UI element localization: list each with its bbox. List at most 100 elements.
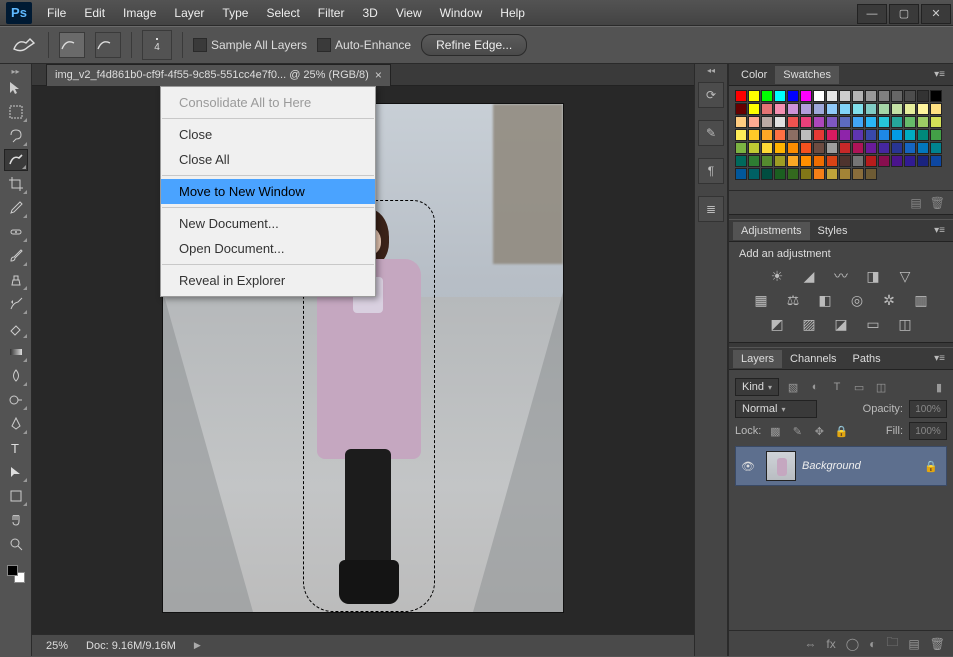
posterize-icon[interactable]: ▨: [800, 316, 818, 332]
swatch[interactable]: [891, 90, 903, 102]
swatch[interactable]: [774, 129, 786, 141]
link-layers-icon[interactable]: ⇔: [804, 637, 816, 651]
levels-icon[interactable]: ◢: [800, 268, 818, 284]
swatch[interactable]: [865, 142, 877, 154]
menu-3d[interactable]: 3D: [353, 2, 386, 24]
healing-brush-tool[interactable]: [4, 221, 28, 243]
menu-window[interactable]: Window: [431, 2, 492, 24]
layer-mask-icon[interactable]: ◯: [846, 637, 859, 651]
swatch[interactable]: [891, 142, 903, 154]
pen-tool[interactable]: [4, 413, 28, 435]
swatch[interactable]: [878, 90, 890, 102]
swatch[interactable]: [826, 168, 838, 180]
invert-icon[interactable]: ◩: [768, 316, 786, 332]
swatch[interactable]: [852, 116, 864, 128]
add-to-selection-icon[interactable]: [59, 32, 85, 58]
lock-position-icon[interactable]: ✥: [811, 423, 827, 439]
photo-filter-icon[interactable]: ◎: [848, 292, 866, 308]
swatch[interactable]: [852, 103, 864, 115]
ctx-close[interactable]: Close: [161, 122, 375, 147]
layer-style-icon[interactable]: fx: [826, 637, 835, 651]
eyedropper-tool[interactable]: [4, 197, 28, 219]
swatch[interactable]: [774, 155, 786, 167]
swatch[interactable]: [839, 90, 851, 102]
swatch[interactable]: [865, 90, 877, 102]
history-brush-tool[interactable]: [4, 293, 28, 315]
blend-mode-dropdown[interactable]: Normal▾: [735, 400, 817, 418]
current-tool-icon[interactable]: [10, 35, 38, 55]
brightness-contrast-icon[interactable]: ☀: [768, 268, 786, 284]
swatch[interactable]: [800, 129, 812, 141]
new-swatch-icon[interactable]: ▤: [910, 196, 921, 210]
hand-tool[interactable]: [4, 509, 28, 531]
swatch[interactable]: [735, 142, 747, 154]
filter-toggle-icon[interactable]: ▮: [931, 379, 947, 395]
swatch[interactable]: [800, 90, 812, 102]
tab-adjustments[interactable]: Adjustments: [733, 222, 810, 240]
swatch[interactable]: [735, 103, 747, 115]
new-group-icon[interactable]: 🗀: [886, 633, 898, 654]
crop-tool[interactable]: [4, 173, 28, 195]
swatch[interactable]: [800, 103, 812, 115]
swatch[interactable]: [930, 90, 942, 102]
swatch[interactable]: [865, 103, 877, 115]
menu-edit[interactable]: Edit: [75, 2, 114, 24]
brush-size-picker[interactable]: 4: [142, 30, 172, 60]
menu-file[interactable]: File: [38, 2, 75, 24]
swatch[interactable]: [800, 116, 812, 128]
swatch[interactable]: [748, 129, 760, 141]
swatch[interactable]: [878, 129, 890, 141]
ctx-close-all[interactable]: Close All: [161, 147, 375, 172]
tab-color[interactable]: Color: [733, 66, 775, 84]
quick-selection-tool[interactable]: [4, 149, 28, 171]
marquee-tool[interactable]: [4, 101, 28, 123]
swatch[interactable]: [839, 155, 851, 167]
swatch[interactable]: [761, 129, 773, 141]
swatch[interactable]: [891, 129, 903, 141]
tab-styles[interactable]: Styles: [810, 222, 856, 240]
swatch[interactable]: [761, 168, 773, 180]
swatch[interactable]: [904, 155, 916, 167]
swatch[interactable]: [826, 116, 838, 128]
document-tab[interactable]: img_v2_f4d861b0-cf9f-4f55-9c85-551cc4e7f…: [46, 64, 391, 86]
swatch[interactable]: [748, 168, 760, 180]
swatch[interactable]: [878, 116, 890, 128]
ctx-move-new-window[interactable]: Move to New Window: [161, 179, 375, 204]
gradient-tool[interactable]: [4, 341, 28, 363]
lock-pixels-icon[interactable]: ✎: [789, 423, 805, 439]
swatch[interactable]: [852, 90, 864, 102]
swatch[interactable]: [878, 155, 890, 167]
tab-swatches[interactable]: Swatches: [775, 66, 839, 84]
menu-select[interactable]: Select: [257, 2, 308, 24]
panel-menu-icon[interactable]: ▾≡: [930, 225, 949, 236]
swatch[interactable]: [735, 116, 747, 128]
swatch[interactable]: [891, 103, 903, 115]
swatch[interactable]: [930, 129, 942, 141]
swatch[interactable]: [904, 129, 916, 141]
subtract-from-selection-icon[interactable]: [95, 32, 121, 58]
color-balance-icon[interactable]: ⚖: [784, 292, 802, 308]
swatch[interactable]: [761, 103, 773, 115]
clone-stamp-tool[interactable]: [4, 269, 28, 291]
filter-type-icon[interactable]: T: [829, 379, 845, 395]
swatch[interactable]: [826, 103, 838, 115]
swatch[interactable]: [852, 142, 864, 154]
swatch[interactable]: [865, 116, 877, 128]
swatch[interactable]: [878, 142, 890, 154]
swatch[interactable]: [813, 129, 825, 141]
vibrance-icon[interactable]: ▽: [896, 268, 914, 284]
tools-collapse-handle[interactable]: ▸▸: [0, 66, 31, 76]
swatch[interactable]: [813, 103, 825, 115]
layer-name[interactable]: Background: [802, 460, 861, 472]
foreground-background-colors[interactable]: [4, 563, 28, 585]
swatch[interactable]: [917, 90, 929, 102]
swatch[interactable]: [813, 155, 825, 167]
panel-menu-icon[interactable]: ▾≡: [930, 69, 949, 80]
swatch[interactable]: [904, 90, 916, 102]
canvas[interactable]: Consolidate All to Here Close Close All …: [32, 86, 694, 634]
swatch[interactable]: [774, 116, 786, 128]
minimize-button[interactable]: —: [857, 4, 887, 24]
swatch[interactable]: [852, 129, 864, 141]
filter-adjustment-icon[interactable]: ◐: [807, 379, 823, 395]
visibility-icon[interactable]: 👁: [736, 460, 760, 473]
